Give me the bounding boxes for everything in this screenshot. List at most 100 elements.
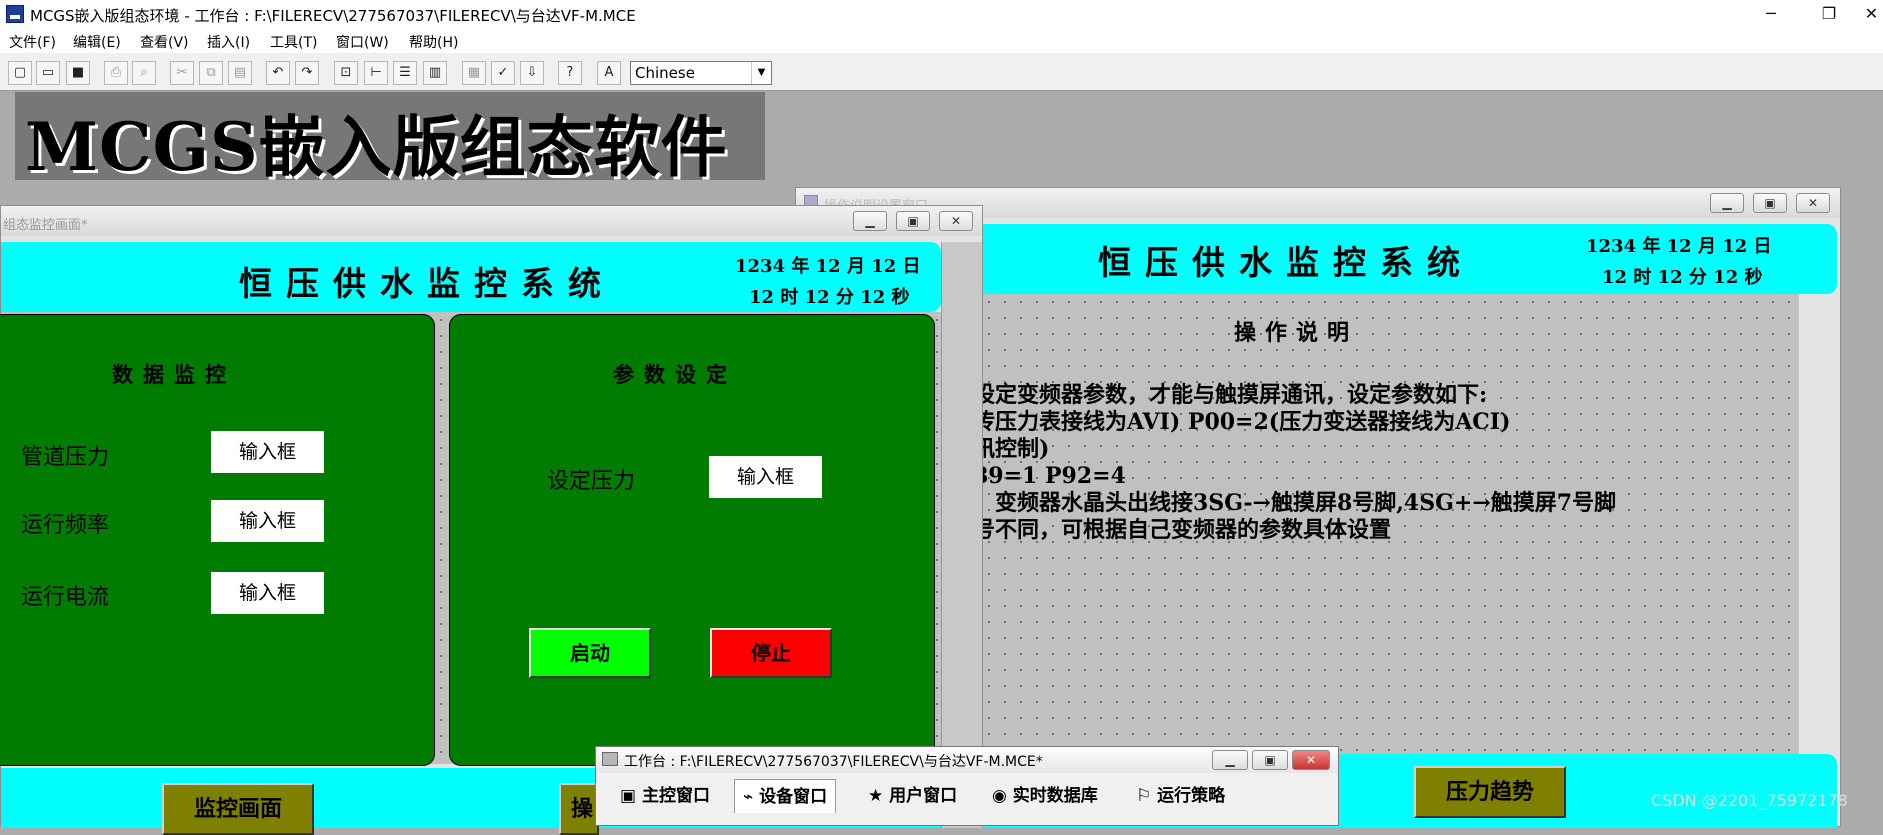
close-icon[interactable]: ✕ [1860, 0, 1883, 29]
pipe-pressure-label: 管道压力 [21, 445, 110, 470]
instruction-heading: 操作说明 [1234, 320, 1359, 346]
toolbar: ▢ ▭ ■ ⎙ ⌕ ✂ ⧉ ▤ ↶ ↷ ⊡ ⊢ ☰ ▥ ▦ ✓ ⇩ ? A Ch… [0, 53, 1883, 91]
print-icon[interactable]: ⎙ [104, 61, 128, 85]
strategy-icon: ⚐ [1136, 786, 1158, 806]
close-icon[interactable]: ✕ [1796, 193, 1830, 213]
window-edge [941, 242, 982, 828]
data-panel-title: 数据监控 [112, 362, 236, 387]
language-value: Chinese [635, 64, 695, 82]
print-preview-icon[interactable]: ⌕ [132, 61, 156, 85]
menu-bar: 文件(F) 编辑(E) 查看(V) 插入(I) 工具(T) 窗口(W) 帮助(H… [0, 29, 1883, 53]
monitor-window-titlebar[interactable]: 组态监控画面* ▁ ▣ ✕ [1, 206, 982, 236]
menu-insert[interactable]: 插入(I) [207, 32, 250, 52]
open-folder-icon[interactable]: ▭ [36, 61, 60, 85]
instruction-line-1: 设定变频器参数，才能与触摸屏通讯，设定参数如下: [973, 382, 1488, 408]
menu-edit[interactable]: 编辑(E) [73, 32, 121, 52]
pipe-pressure-input[interactable]: 输入框 [211, 431, 324, 473]
main-window-icon: ▣ [620, 786, 642, 806]
restore-icon[interactable]: ▣ [1252, 750, 1288, 770]
redo-icon[interactable]: ↷ [295, 61, 319, 85]
app-icon [6, 5, 24, 23]
paste-icon[interactable]: ▤ [228, 61, 252, 85]
monitor-window-title: 组态监控画面* [3, 218, 88, 233]
instruction-line-2: 传压力表接线为AVI) P00=2(压力变送器接线为ACI) [973, 409, 1511, 435]
run-frequency-label: 运行频率 [21, 513, 110, 538]
user-window-icon: ★ [868, 786, 890, 806]
data-monitor-panel: 数据监控 管道压力 输入框 运行频率 输入框 运行电流 输入框 [0, 314, 435, 766]
close-icon[interactable]: ✕ [1292, 750, 1330, 770]
title-bar: MCGS嵌入版组态环境 - 工作台 : F:\FILERECV\27756703… [0, 0, 1883, 29]
header-bar: 恒压供水监控系统 1234 年 12 月 12 日 12 时 12 分 12 秒 [981, 224, 1837, 294]
language-select[interactable]: Chinese ▼ [630, 61, 772, 85]
canvas-area: 操作说明 设定变频器参数，才能与触摸屏通讯，设定参数如下: 传压力表接线为AVI… [973, 294, 1799, 754]
set-pressure-input[interactable]: 输入框 [709, 456, 822, 498]
banner: MCGS嵌入版组态软件 [15, 92, 765, 186]
run-current-label: 运行电流 [21, 585, 110, 610]
menu-view[interactable]: 查看(V) [140, 32, 189, 52]
download-icon[interactable]: ⇩ [520, 61, 544, 85]
help-pointer-icon[interactable]: ? [558, 61, 582, 85]
details-view-icon[interactable]: ▥ [423, 61, 447, 85]
check-icon[interactable]: ✓ [491, 61, 515, 85]
minimize-icon[interactable]: ▁ [853, 211, 887, 231]
instruction-line-6: 号不同，可根据自己变频器的参数具体设置 [973, 517, 1392, 543]
system-name: 恒压供水监控系统 [1098, 243, 1474, 282]
restore-icon[interactable]: ▣ [1753, 193, 1787, 213]
workbench-titlebar[interactable]: 工作台 : F:\FILERECV\277567037\FILERECV\与台达… [596, 747, 1338, 773]
time-display: 12 时 12 分 12 秒 [1602, 267, 1763, 288]
watermark: CSDN @2201_75972178 [1651, 791, 1848, 810]
instruction-line-4: 89=1 P92=4 [973, 463, 1126, 489]
system-name: 恒压供水监控系统 [239, 264, 615, 303]
workbench-icon [602, 752, 618, 766]
run-current-input[interactable]: 输入框 [211, 572, 324, 614]
run-frequency-input[interactable]: 输入框 [211, 500, 324, 542]
new-file-icon[interactable]: ▢ [8, 61, 32, 85]
workbench-window[interactable]: 工作台 : F:\FILERECV\277567037\FILERECV\与台达… [595, 746, 1339, 826]
minimize-icon[interactable]: ▁ [1710, 193, 1744, 213]
operation-button[interactable]: 操 [559, 783, 599, 835]
instruction-line-5: ，变频器水晶头出线接3SG-→触摸屏8号脚,4SG+→触摸屏7号脚 [973, 490, 1617, 516]
language-icon[interactable]: A [597, 61, 621, 85]
close-icon[interactable]: ✕ [939, 211, 973, 231]
undo-icon[interactable]: ↶ [266, 61, 290, 85]
copy-icon[interactable]: ⧉ [199, 61, 223, 85]
cut-icon[interactable]: ✂ [170, 61, 194, 85]
date-display: 1234 年 12 月 12 日 [1586, 236, 1772, 257]
monitor-window[interactable]: 组态监控画面* ▁ ▣ ✕ 恒压供水监控系统 1234 年 12 月 12 日 … [0, 205, 983, 835]
database-icon: ◉ [992, 786, 1013, 806]
menu-tools[interactable]: 工具(T) [270, 32, 317, 52]
restore-icon[interactable]: ❐ [1806, 0, 1852, 29]
properties-icon[interactable]: ▦ [462, 61, 486, 85]
save-icon[interactable]: ■ [66, 61, 90, 85]
align-icon[interactable]: ⊡ [334, 61, 358, 85]
chevron-down-icon[interactable]: ▼ [751, 62, 771, 84]
menu-help[interactable]: 帮助(H) [409, 32, 458, 52]
stop-button[interactable]: 停止 [710, 628, 832, 678]
minimize-icon[interactable]: ▁ [1212, 750, 1248, 770]
workbench-title: 工作台 : F:\FILERECV\277567037\FILERECV\与台达… [624, 754, 1043, 770]
tree-view-icon[interactable]: ⊢ [364, 61, 388, 85]
header-bar: 恒压供水监控系统 1234 年 12 月 12 日 12 时 12 分 12 秒 [1, 242, 941, 312]
tab-user-window[interactable]: ★ 用户窗口 [860, 779, 965, 813]
menu-window[interactable]: 窗口(W) [336, 32, 389, 52]
list-view-icon[interactable]: ☰ [393, 61, 417, 85]
banner-text: MCGS嵌入版组态软件 [25, 108, 728, 186]
start-button[interactable]: 启动 [529, 628, 651, 678]
tab-run-strategy[interactable]: ⚐ 运行策略 [1128, 779, 1233, 813]
monitor-screen-button[interactable]: 监控画面 [162, 783, 314, 835]
instruction-line-3: 讯控制) [973, 436, 1050, 462]
pressure-trend-button[interactable]: 压力趋势 [1414, 766, 1566, 818]
tab-main-control[interactable]: ▣ 主控窗口 [612, 779, 718, 813]
tab-device-window[interactable]: ⌁ 设备窗口 [734, 779, 837, 813]
minimize-icon[interactable]: ─ [1748, 0, 1794, 29]
date-display: 1234 年 12 月 12 日 [735, 256, 921, 277]
parameter-setting-panel: 参数设定 设定压力 输入框 启动 停止 [449, 314, 935, 766]
menu-file[interactable]: 文件(F) [9, 32, 56, 52]
time-display: 12 时 12 分 12 秒 [749, 287, 910, 308]
window-title: MCGS嵌入版组态环境 - 工作台 : F:\FILERECV\27756703… [30, 7, 636, 25]
tab-realtime-db[interactable]: ◉ 实时数据库 [984, 779, 1106, 813]
restore-icon[interactable]: ▣ [896, 211, 930, 231]
set-pressure-label: 设定压力 [547, 469, 636, 494]
device-icon: ⌁ [743, 787, 760, 807]
param-panel-title: 参数设定 [613, 362, 737, 387]
